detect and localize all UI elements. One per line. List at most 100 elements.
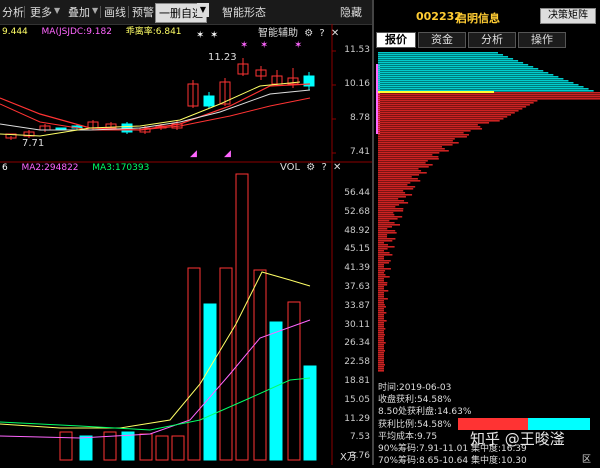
close-icon[interactable]: ✕ xyxy=(333,162,341,173)
chip-bar xyxy=(378,96,600,98)
chip-bar xyxy=(378,304,385,306)
chip-bar xyxy=(378,260,391,262)
chip-bar xyxy=(378,180,421,182)
high-price-label: 11.23 xyxy=(208,52,237,63)
chip-bar xyxy=(378,358,384,360)
selfselect-dropdown-icon[interactable]: ▼ xyxy=(197,3,209,17)
chip-bar xyxy=(378,78,564,80)
vol-tick: 18.81 xyxy=(344,376,370,386)
price-tick: 11.53 xyxy=(344,45,370,55)
toolbar-draw-line[interactable]: 画线 xyxy=(104,4,126,20)
chip-bar xyxy=(378,344,384,346)
vol-tick: 7.53 xyxy=(349,432,370,443)
chip-bar xyxy=(378,150,449,152)
chip-bar xyxy=(378,312,387,314)
ma-jsjdc-value: MA(JSJDC:9.182 xyxy=(41,27,112,37)
close-icon[interactable]: ✕ xyxy=(331,28,339,39)
chip-bar xyxy=(378,52,498,54)
chip-bar xyxy=(378,332,384,334)
tab-quote[interactable]: 报价 xyxy=(376,32,416,48)
chip-bar xyxy=(378,206,396,208)
chip-bar xyxy=(378,360,384,362)
chip-bar xyxy=(378,116,508,118)
tab-funds[interactable]: 资金 xyxy=(418,32,466,48)
more-dropdown-icon[interactable]: ▼ xyxy=(54,6,60,15)
toolbar-smart-pattern[interactable]: 智能形态 xyxy=(222,4,266,20)
chip-bar xyxy=(378,296,384,298)
chip-bar xyxy=(378,350,386,352)
chip-bar xyxy=(378,102,534,104)
help-icon[interactable]: ? xyxy=(319,28,324,39)
chip-bar xyxy=(378,114,512,116)
chip-bar xyxy=(378,274,386,276)
chip-bar xyxy=(378,210,404,212)
tab-analysis[interactable]: 分析 xyxy=(468,32,516,48)
ma-line-red2 xyxy=(0,97,311,131)
chip-bar xyxy=(378,88,589,90)
chip-bar xyxy=(378,362,384,364)
chip-bar xyxy=(378,58,514,60)
toolbar-hide[interactable]: 隐藏 xyxy=(340,4,362,20)
assist-label: 智能辅助 ⚙ ? ✕ xyxy=(258,24,339,39)
chip-bar xyxy=(378,120,500,122)
chip-bar xyxy=(378,218,398,220)
chip-bar xyxy=(378,152,440,154)
volume-bar xyxy=(79,435,93,461)
toolbar-analysis[interactable]: 分析 xyxy=(2,4,24,20)
chip-stat-row: 8.50处获利盘:14.63% xyxy=(378,404,471,417)
chip-bar xyxy=(378,68,539,70)
price-tick: 10.16 xyxy=(344,79,370,89)
volume-bar xyxy=(303,365,317,461)
chip-bar xyxy=(378,320,387,322)
chip-bar xyxy=(378,132,464,134)
chip-bar xyxy=(378,100,538,102)
chip-bar xyxy=(378,228,388,230)
chip-bar xyxy=(378,140,453,142)
toolbar-overlay[interactable]: 叠加 xyxy=(68,4,90,20)
chip-bar xyxy=(378,288,384,290)
chip-bar xyxy=(378,336,384,338)
volume-bar xyxy=(253,269,267,461)
star-marker: ✶ xyxy=(196,30,204,41)
chip-bar xyxy=(378,170,422,172)
chip-bar xyxy=(378,346,384,348)
chip-bar xyxy=(378,104,530,106)
help-icon[interactable]: ? xyxy=(321,162,326,173)
vol-unit: X万 xyxy=(340,452,357,463)
chip-bar xyxy=(378,222,395,224)
chip-distribution-panel: 002232 启明信息 决策矩阵 报价 资金 分析 操作 时间:2019-06-… xyxy=(374,0,600,466)
chip-bar xyxy=(378,162,426,164)
chip-bar xyxy=(378,108,523,110)
chip-bar xyxy=(378,194,413,196)
chip-bar xyxy=(378,308,384,310)
chip-bar xyxy=(378,236,388,238)
toolbar-alert[interactable]: 预警 xyxy=(132,4,154,20)
gear-icon[interactable]: ⚙ xyxy=(304,28,313,39)
chip-bar xyxy=(378,172,427,174)
chip-bar xyxy=(378,318,384,320)
overlay-dropdown-icon[interactable]: ▼ xyxy=(92,6,98,15)
chip-bar xyxy=(378,192,406,194)
chip-bar xyxy=(378,356,384,358)
chip-bar xyxy=(378,98,600,100)
chip-stat-row: 获利比例:54.58% xyxy=(378,417,451,430)
pink-marker: ✶ xyxy=(240,40,248,51)
tab-operation[interactable]: 操作 xyxy=(518,32,566,48)
price-tick: 8.78 xyxy=(349,113,370,123)
chip-bar xyxy=(378,70,544,72)
decision-matrix-button[interactable]: 决策矩阵 xyxy=(540,8,596,24)
chip-bar xyxy=(378,322,384,324)
chip-bar xyxy=(378,204,400,206)
chip-bar xyxy=(378,66,534,68)
gear-icon[interactable]: ⚙ xyxy=(306,162,315,173)
chip-bar xyxy=(378,294,384,296)
chip-bar xyxy=(378,248,388,250)
chip-bar xyxy=(378,198,399,200)
vol-ma2-value: MA2:294822 xyxy=(21,163,79,173)
watermark: 知乎 @王晙滏 xyxy=(470,430,565,448)
toolbar-more[interactable]: 更多 xyxy=(30,4,52,20)
chip-bar xyxy=(378,178,418,180)
volume-bar xyxy=(121,431,135,461)
chip-bar xyxy=(378,196,406,198)
chip-bar xyxy=(378,212,394,214)
